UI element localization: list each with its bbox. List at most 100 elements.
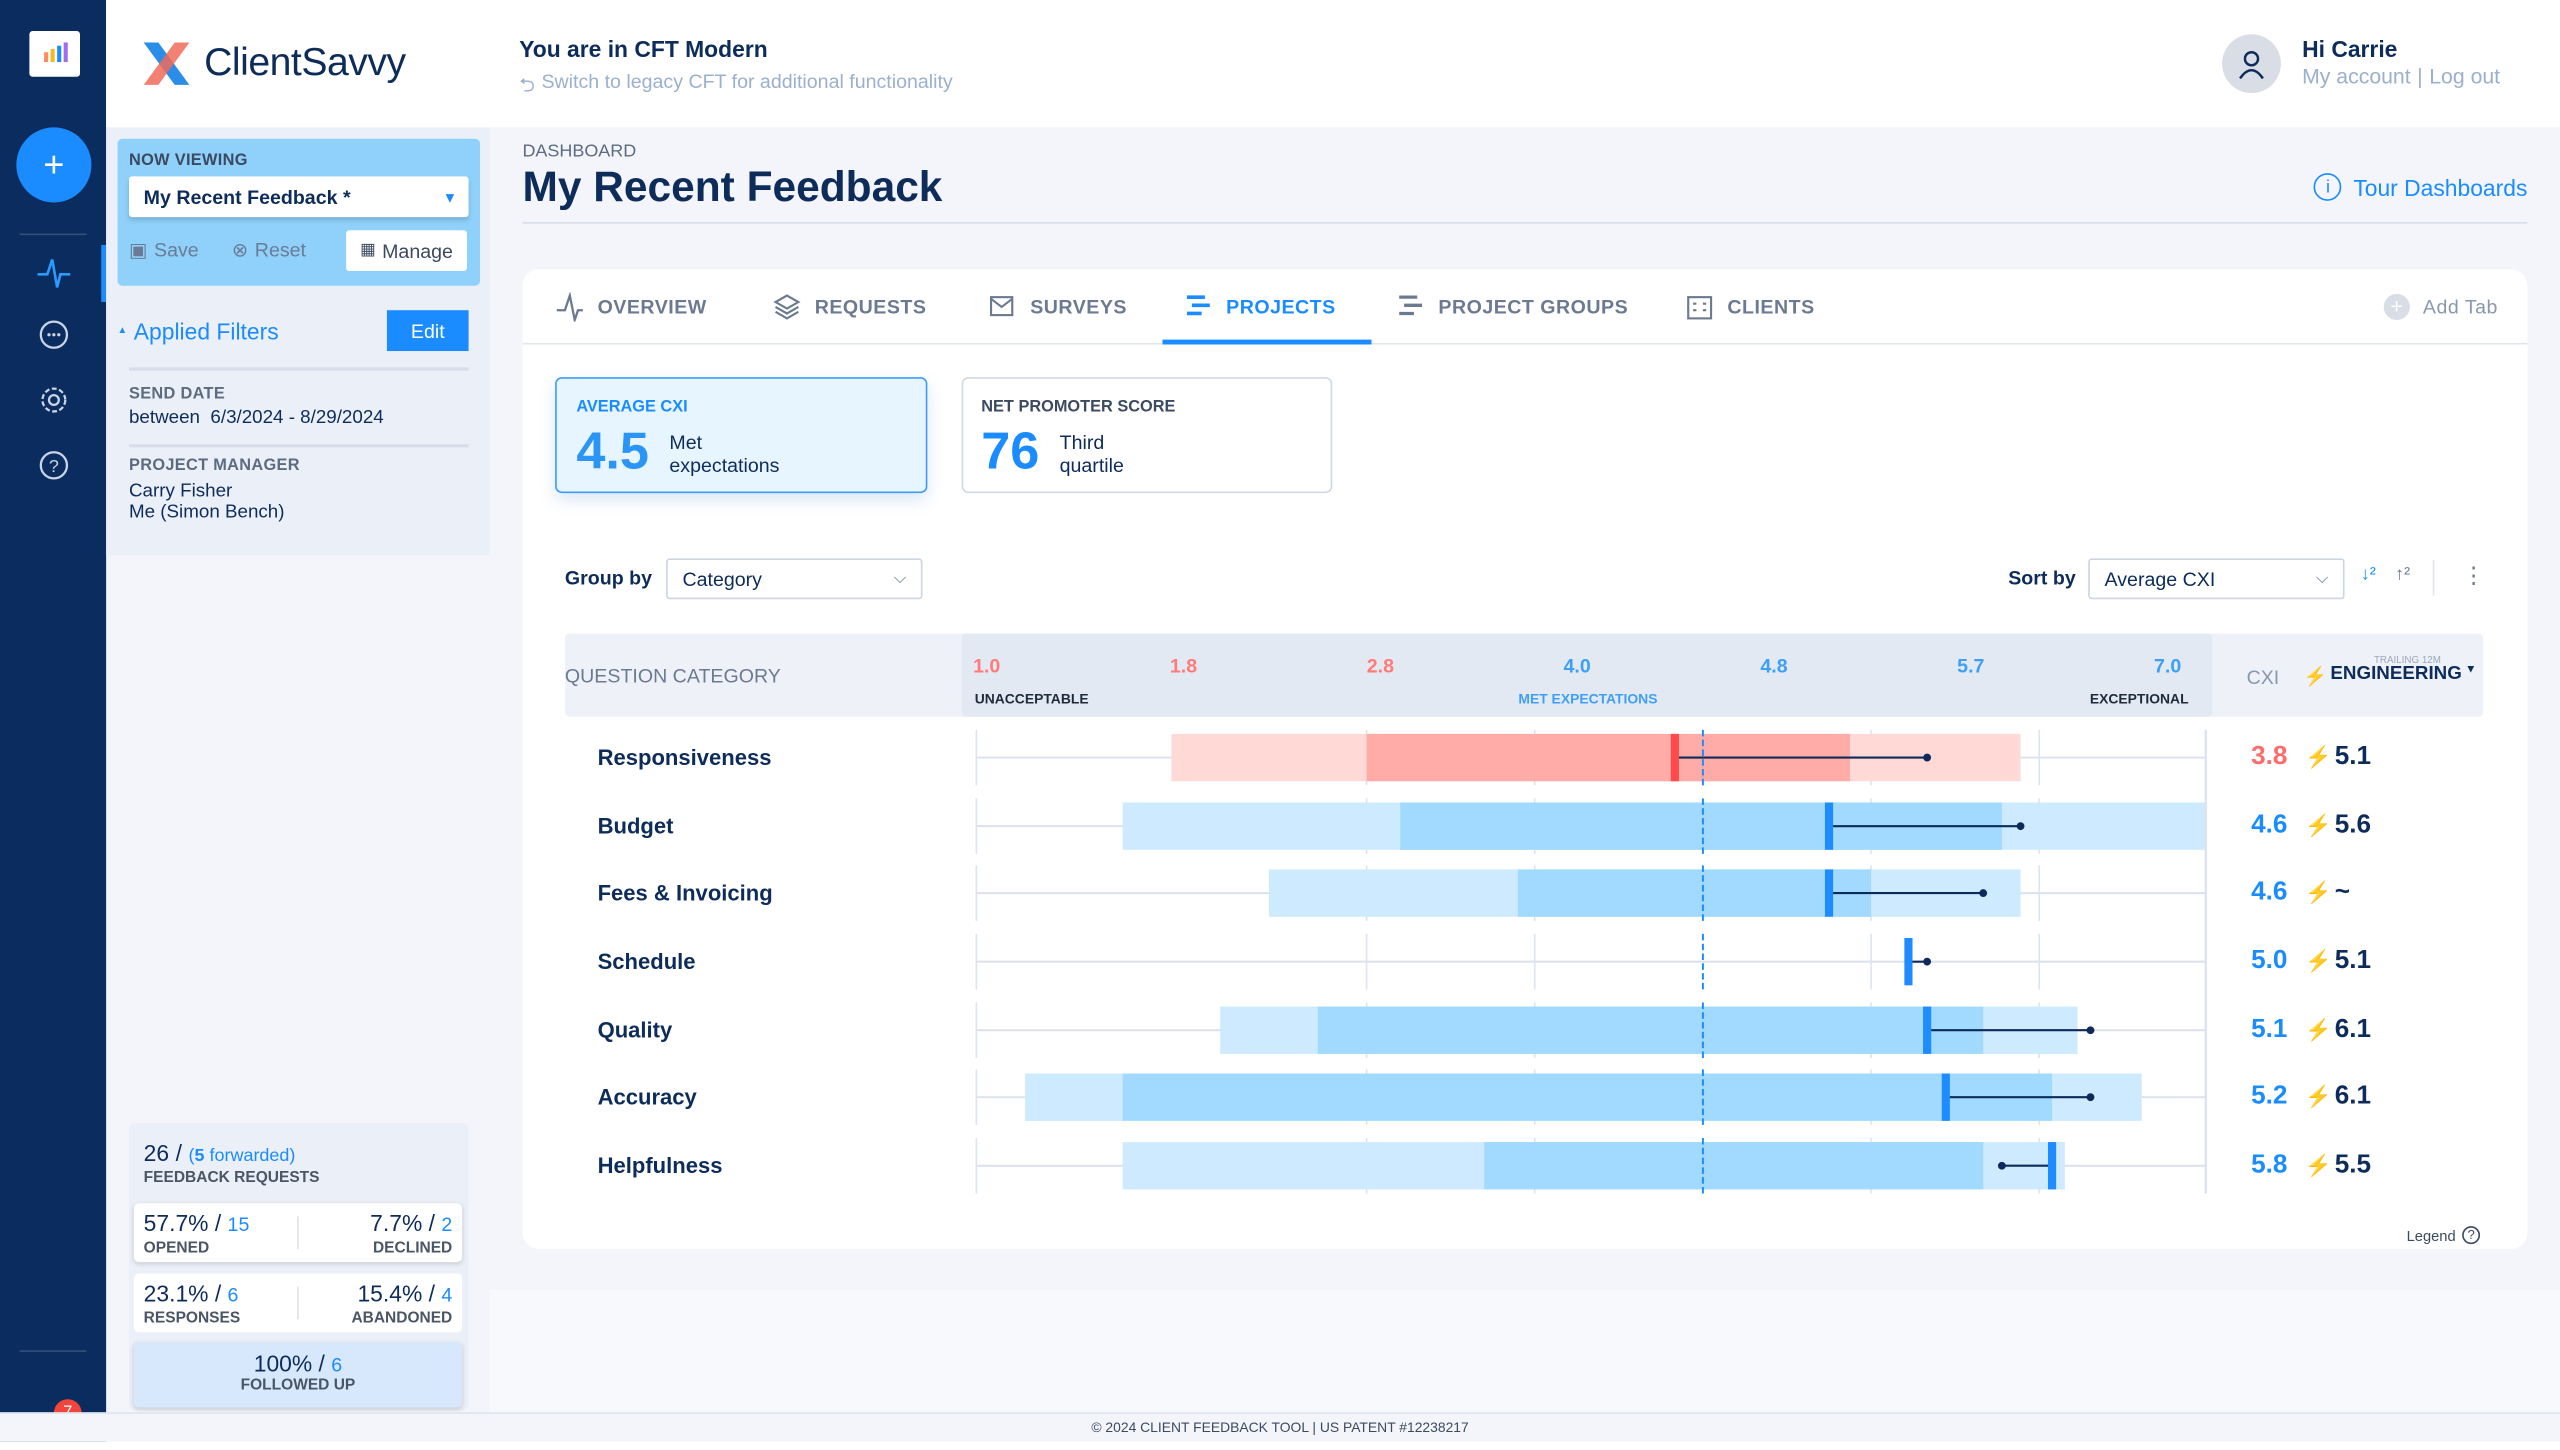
bolt-icon: ⚡ — [2305, 880, 2332, 905]
gear-icon[interactable] — [33, 379, 75, 421]
compare-dot — [1979, 889, 1988, 898]
divider — [297, 1286, 299, 1320]
sort-by-select[interactable]: Average CXI ⌵ — [2088, 558, 2345, 600]
requests-total-value: 26 — [143, 1139, 170, 1166]
pulse-icon[interactable] — [33, 251, 75, 293]
forwarded-word: forwarded — [209, 1146, 290, 1166]
legacy-link[interactable]: ⮌ Switch to legacy CFT for additional fun… — [519, 70, 953, 104]
row-category[interactable]: Accuracy — [598, 1085, 697, 1109]
followed-up-card: 100% / 6 FOLLOWED UP — [133, 1342, 463, 1408]
kpi-nps[interactable]: NET PROMOTER SCORE 76 Third quartile — [961, 377, 1333, 494]
compare-value: 5.6 — [2334, 811, 2372, 840]
group-by-select[interactable]: Category ⌵ — [666, 558, 923, 600]
bolt-icon: ⚡ — [2303, 667, 2328, 688]
inner-range-bar — [1517, 869, 1872, 917]
cxi-value: 3.8 — [2251, 742, 2288, 771]
app-logo-icon[interactable] — [29, 31, 81, 77]
followed-pct: 100% — [253, 1350, 313, 1377]
tab-project-groups[interactable]: PROJECT GROUPS — [1396, 269, 1628, 342]
greeting: Hi Carrie — [2302, 35, 2398, 63]
kpi-desc: expectations — [669, 453, 780, 477]
compare-dot — [1923, 753, 1932, 762]
bolt-icon: ⚡ — [2305, 1017, 2332, 1042]
cxi-value: 5.1 — [2251, 1015, 2288, 1044]
manage-button[interactable]: ▦ Manage — [346, 230, 467, 272]
tab-overview[interactable]: OVERVIEW — [555, 269, 707, 342]
compare-header: ENGINEERING — [2330, 664, 2462, 685]
cxi-marker — [1670, 733, 1679, 782]
save-icon: ▣ — [128, 238, 148, 262]
compare-dot — [2016, 822, 2025, 831]
my-account-link[interactable]: My account — [2302, 64, 2411, 88]
opened-label: OPENED — [143, 1239, 210, 1258]
row-category[interactable]: Quality — [598, 1018, 673, 1042]
outer-range-bar — [1220, 1006, 2078, 1054]
legend-button[interactable]: Legend? — [2407, 1226, 2481, 1245]
compare-dot — [2086, 1026, 2095, 1035]
chevron-down-icon: ⌵ — [2315, 569, 2329, 588]
compare-dot — [1923, 957, 1932, 966]
responses-count: 6 — [227, 1283, 239, 1307]
compare-value: 6.1 — [2334, 1082, 2372, 1111]
outer-range-bar — [1025, 1073, 2142, 1121]
help-icon[interactable]: ? — [33, 444, 75, 486]
tab-clients[interactable]: CLIENTS — [1685, 269, 1815, 342]
responses-pct: 23.1% — [143, 1280, 209, 1307]
row-category[interactable]: Responsiveness — [598, 745, 772, 769]
more-options-icon[interactable]: ⋮ — [2462, 562, 2485, 590]
view-select[interactable]: My Recent Feedback * ▼ — [128, 176, 469, 218]
applied-filters-toggle[interactable]: ▲ Applied Filters — [118, 318, 279, 344]
compare-value: ~ — [2334, 878, 2351, 907]
chat-icon[interactable] — [33, 315, 75, 357]
row-category[interactable]: Fees & Invoicing — [598, 881, 773, 905]
followed-label: FOLLOWED UP — [240, 1376, 356, 1395]
kpi-average-cxi[interactable]: AVERAGE CXI 4.5 Met expectations — [555, 377, 928, 494]
compare-select[interactable]: ⚡ ENGINEERING ▼ — [2304, 665, 2477, 688]
brand-logo[interactable]: ClientSavvy — [139, 39, 406, 88]
sort-ascending-icon[interactable]: ↓² — [2361, 565, 2376, 585]
sort-descending-icon[interactable]: ↑² — [2395, 565, 2410, 585]
cxi-marker — [2047, 1142, 2057, 1190]
reset-label: Reset — [254, 238, 307, 262]
kpi-value: 4.5 — [576, 421, 649, 481]
mode-title: You are in CFT Modern — [519, 35, 768, 63]
row-category[interactable]: Helpfulness — [598, 1154, 723, 1178]
cxi-value: 5.8 — [2251, 1151, 2288, 1179]
tab-requests[interactable]: REQUESTS — [772, 269, 926, 342]
add-tab-button[interactable]: + Add Tab — [2383, 269, 2498, 342]
switch-icon: ⮌ — [519, 73, 535, 97]
app: + ? 7 ClientSavvy You are in CFT Modern … — [0, 0, 2560, 1442]
row-category[interactable]: Budget — [598, 814, 674, 838]
reset-button[interactable]: ⊗ Reset — [232, 238, 306, 261]
save-button[interactable]: ▣ Save — [129, 238, 199, 261]
clientsavvy-x-icon — [143, 42, 190, 85]
breadcrumb[interactable]: DASHBOARD — [522, 142, 636, 162]
kpi-desc: Third — [1059, 431, 1105, 454]
cxi-marker — [1923, 1006, 1932, 1054]
filter-value: Me (Simon Bench) — [128, 502, 285, 523]
tab-projects[interactable]: PROJECTS — [1184, 269, 1336, 342]
opened-count: 15 — [227, 1213, 250, 1236]
followed-count: 6 — [331, 1353, 343, 1377]
divider — [19, 1350, 87, 1352]
compare-value: 5.1 — [2334, 946, 2372, 975]
abandoned-label: ABANDONED — [351, 1309, 453, 1328]
tour-dashboards-link[interactable]: i Tour Dashboards — [2314, 173, 2527, 201]
tab-surveys[interactable]: SURVEYS — [988, 269, 1127, 342]
log-out-link[interactable]: Log out — [2429, 64, 2500, 88]
cxi-header[interactable]: CXI — [2247, 666, 2280, 689]
view-select-value: My Recent Feedback * — [143, 185, 351, 209]
edit-filters-button[interactable]: Edit — [386, 310, 469, 352]
outer-range-bar — [1269, 869, 2021, 917]
avatar[interactable] — [2222, 34, 2281, 94]
divider — [128, 444, 469, 447]
add-plus-icon[interactable]: + — [16, 127, 92, 203]
tab-label: PROJECTS — [1226, 294, 1336, 318]
compare-dot — [2086, 1093, 2095, 1102]
filter-label-send-date: SEND DATE — [128, 385, 226, 404]
caret-down-icon: ▼ — [442, 188, 458, 205]
divider — [19, 233, 87, 236]
category-header[interactable]: QUESTION CATEGORY — [565, 665, 781, 688]
cxi-value: 5.0 — [2251, 946, 2288, 975]
row-category[interactable]: Schedule — [598, 949, 696, 973]
